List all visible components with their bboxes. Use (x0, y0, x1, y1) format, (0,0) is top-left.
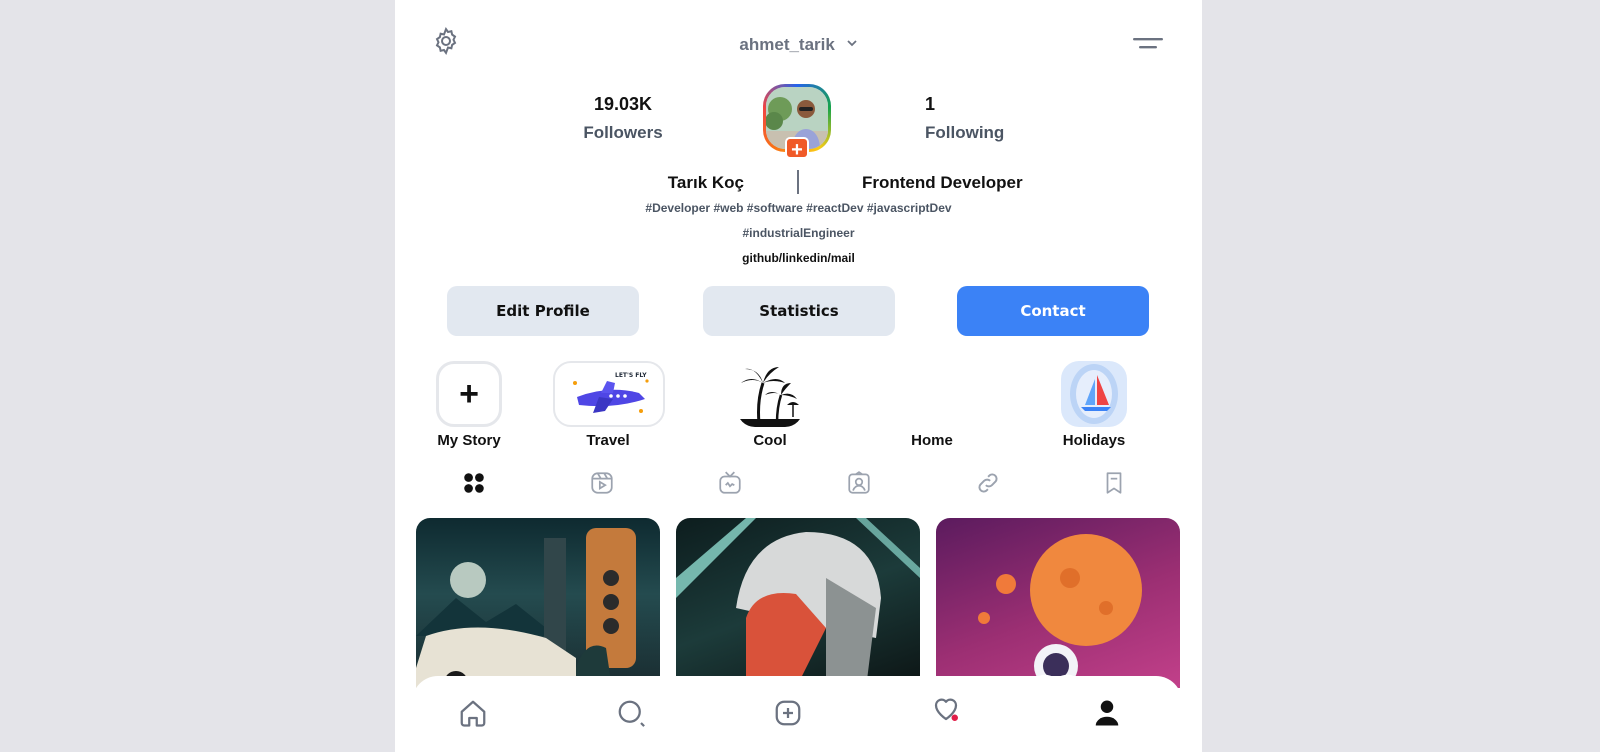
chevron-down-icon (846, 40, 857, 47)
story-travel[interactable]: LET'S FLY Travel (553, 361, 665, 449)
profile-screen: ahmet_tarik 19.03K Followers 1 Following (395, 0, 1202, 752)
home-story-thumbnail (899, 361, 965, 427)
svg-text:LET'S FLY: LET'S FLY (615, 372, 647, 379)
story-home[interactable]: Home (877, 361, 987, 449)
home-icon[interactable] (458, 698, 488, 728)
bio-links[interactable]: github/linkedin/mail (395, 251, 1202, 265)
content-tabs (395, 470, 1202, 500)
following-stat[interactable]: 1 Following (925, 94, 1011, 143)
post-thumbnail[interactable] (936, 518, 1180, 688)
following-label: Following (925, 123, 1005, 142)
post-thumbnail[interactable] (676, 518, 920, 688)
story-cool[interactable]: Cool (715, 361, 825, 449)
menu-icon[interactable] (1133, 36, 1165, 52)
sailboat-icon (1061, 361, 1127, 427)
followers-stat[interactable]: 19.03K Followers (580, 94, 666, 143)
bio-tags-line1: #Developer #web #software #reactDev #jav… (645, 201, 952, 215)
story-holidays[interactable]: Holidays (1039, 361, 1149, 449)
heart-icon[interactable] (931, 694, 961, 724)
bio-tags-line2: #industrialEngineer (742, 226, 855, 240)
story-label: Travel (586, 432, 630, 449)
statistics-button[interactable]: Statistics (703, 286, 895, 336)
bookmark-icon[interactable] (1101, 470, 1127, 496)
name-divider (797, 170, 799, 194)
story-my-story[interactable]: + My Story (414, 361, 524, 449)
contact-button[interactable]: Contact (957, 286, 1149, 336)
username: ahmet_tarik (739, 35, 835, 54)
reels-icon[interactable] (589, 470, 615, 496)
job-title: Frontend Developer (862, 173, 1023, 192)
top-bar: ahmet_tarik (395, 0, 1202, 80)
post-thumbnail[interactable] (416, 518, 660, 688)
airplane-icon: LET'S FLY (553, 361, 665, 427)
bottom-navigation (412, 676, 1182, 752)
profile-icon[interactable] (1092, 698, 1122, 728)
story-label: Holidays (1062, 432, 1126, 449)
add-story-plus-icon[interactable]: + (785, 137, 809, 161)
add-icon[interactable] (773, 698, 803, 728)
story-label: Home (911, 432, 953, 449)
igtv-icon[interactable] (717, 470, 743, 496)
story-label: Cool (753, 432, 787, 449)
palm-tree-icon (737, 361, 803, 427)
edit-profile-button[interactable]: Edit Profile (447, 286, 639, 336)
username-switcher[interactable]: ahmet_tarik (395, 35, 1202, 55)
followers-label: Followers (583, 123, 663, 142)
plus-icon: + (436, 361, 502, 427)
name-row: Tarık Koç Frontend Developer (395, 170, 1202, 196)
followers-count: 19.03K (593, 94, 653, 114)
link-icon[interactable] (975, 470, 1001, 496)
tagged-icon[interactable] (846, 470, 872, 496)
grid-icon[interactable] (461, 470, 487, 496)
story-label: My Story (437, 432, 501, 449)
search-icon[interactable] (616, 698, 646, 728)
full-name: Tarık Koç (667, 173, 744, 192)
following-count: 1 (925, 94, 936, 114)
